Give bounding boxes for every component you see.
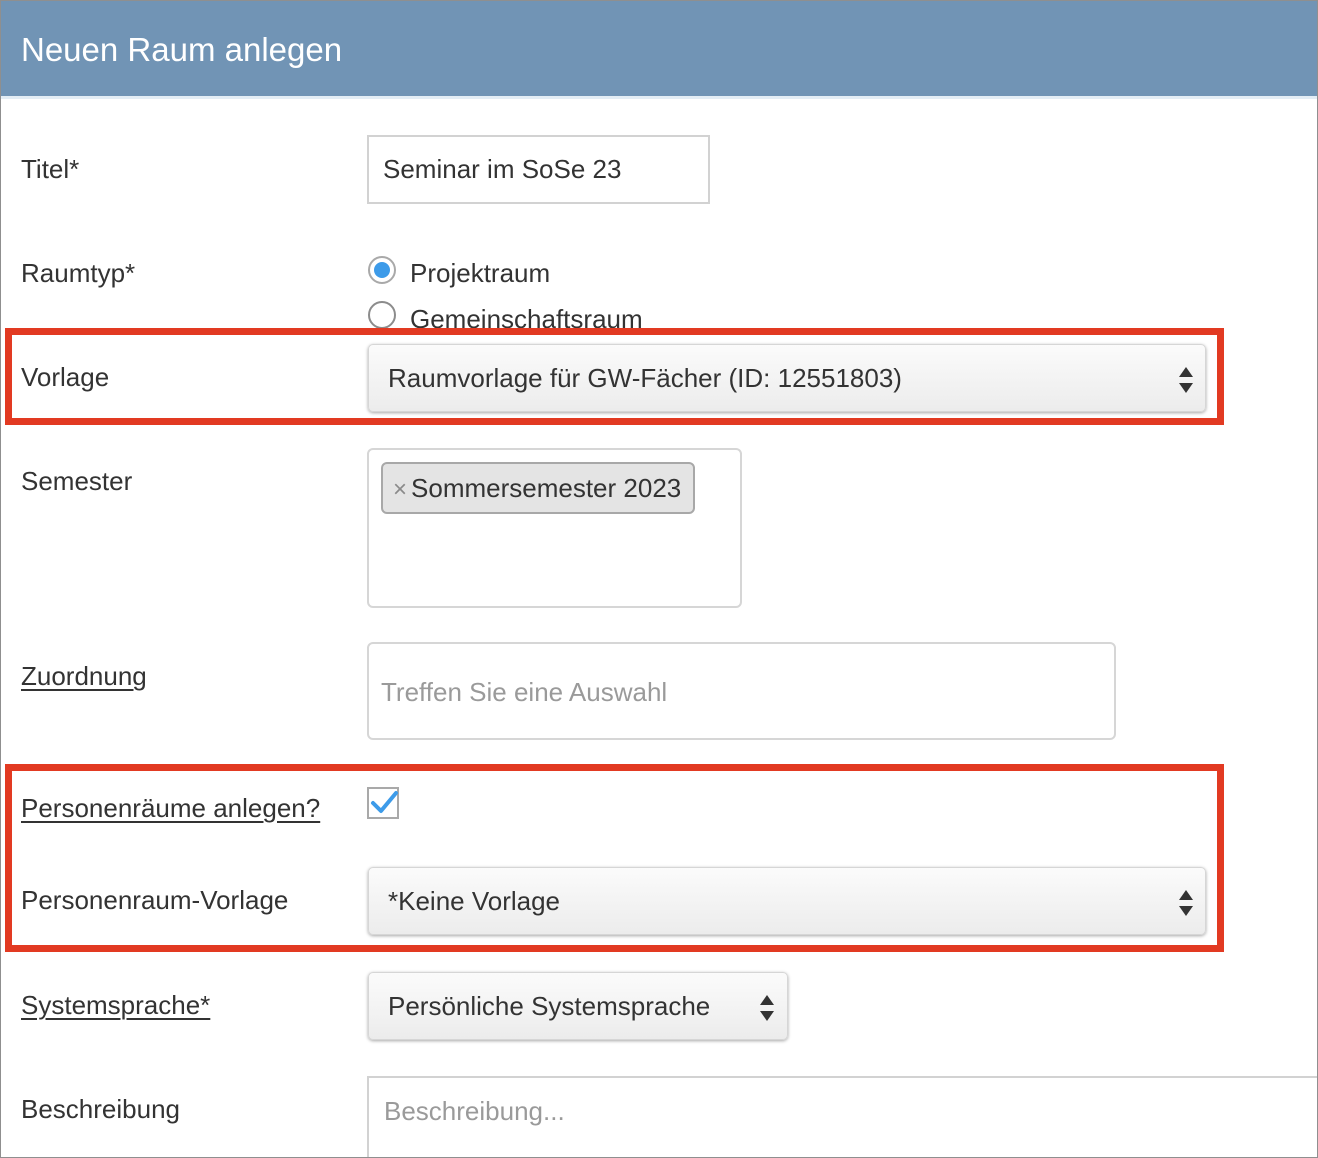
radio-projektraum-label[interactable]: Projektraum — [410, 257, 550, 289]
title-label: Titel* — [21, 154, 80, 184]
title-input-value: Seminar im SoSe 23 — [383, 154, 622, 184]
assignment-select[interactable]: Treffen Sie eine Auswahl — [367, 642, 1116, 740]
select-arrows-icon — [1179, 890, 1193, 916]
system-language-value: Persönliche Systemsprache — [388, 991, 711, 1021]
radio-gemeinschaftsraum[interactable] — [368, 301, 396, 329]
assignment-label[interactable]: Zuordnung — [21, 660, 147, 692]
template-label: Vorlage — [21, 362, 110, 392]
radio-projektraum[interactable] — [368, 256, 396, 284]
dialog-header: Neuen Raum anlegen — [1, 1, 1317, 99]
remove-tag-icon[interactable]: × — [393, 476, 407, 503]
semester-tag-label: Sommersemester 2023 — [411, 473, 682, 503]
description-placeholder: Beschreibung... — [384, 1096, 565, 1126]
template-select-value: Raumvorlage für GW-Fächer (ID: 12551803) — [388, 363, 902, 393]
assignment-placeholder: Treffen Sie eine Auswahl — [381, 677, 668, 707]
system-language-label[interactable]: Systemsprache* — [21, 989, 210, 1021]
semester-tag-input[interactable]: × Sommersemester 2023 — [367, 448, 742, 608]
person-room-template-label: Personenraum-Vorlage — [21, 885, 289, 915]
description-label: Beschreibung — [21, 1094, 180, 1124]
select-arrows-icon — [760, 995, 774, 1021]
person-room-template-select[interactable]: *Keine Vorlage — [368, 867, 1206, 935]
checkmark-icon — [371, 791, 398, 813]
person-rooms-checkbox[interactable] — [367, 787, 399, 819]
title-input[interactable]: Seminar im SoSe 23 — [367, 135, 710, 204]
dialog-frame: Neuen Raum anlegen Titel* Seminar im SoS… — [0, 0, 1318, 1158]
template-select[interactable]: Raumvorlage für GW-Fächer (ID: 12551803) — [368, 344, 1206, 412]
room-type-label: Raumtyp* — [21, 258, 136, 288]
select-arrows-icon — [1179, 367, 1193, 393]
radio-gemeinschaftsraum-label[interactable]: Gemeinschaftsraum — [410, 303, 643, 335]
semester-tag[interactable]: × Sommersemester 2023 — [381, 462, 696, 514]
person-rooms-label[interactable]: Personenräume anlegen? — [21, 792, 320, 824]
semester-label: Semester — [21, 466, 133, 496]
system-language-select[interactable]: Persönliche Systemsprache — [368, 972, 788, 1040]
description-textarea[interactable]: Beschreibung... — [367, 1076, 1317, 1157]
person-room-template-value: *Keine Vorlage — [388, 886, 561, 916]
dialog-title: Neuen Raum anlegen — [21, 31, 343, 68]
